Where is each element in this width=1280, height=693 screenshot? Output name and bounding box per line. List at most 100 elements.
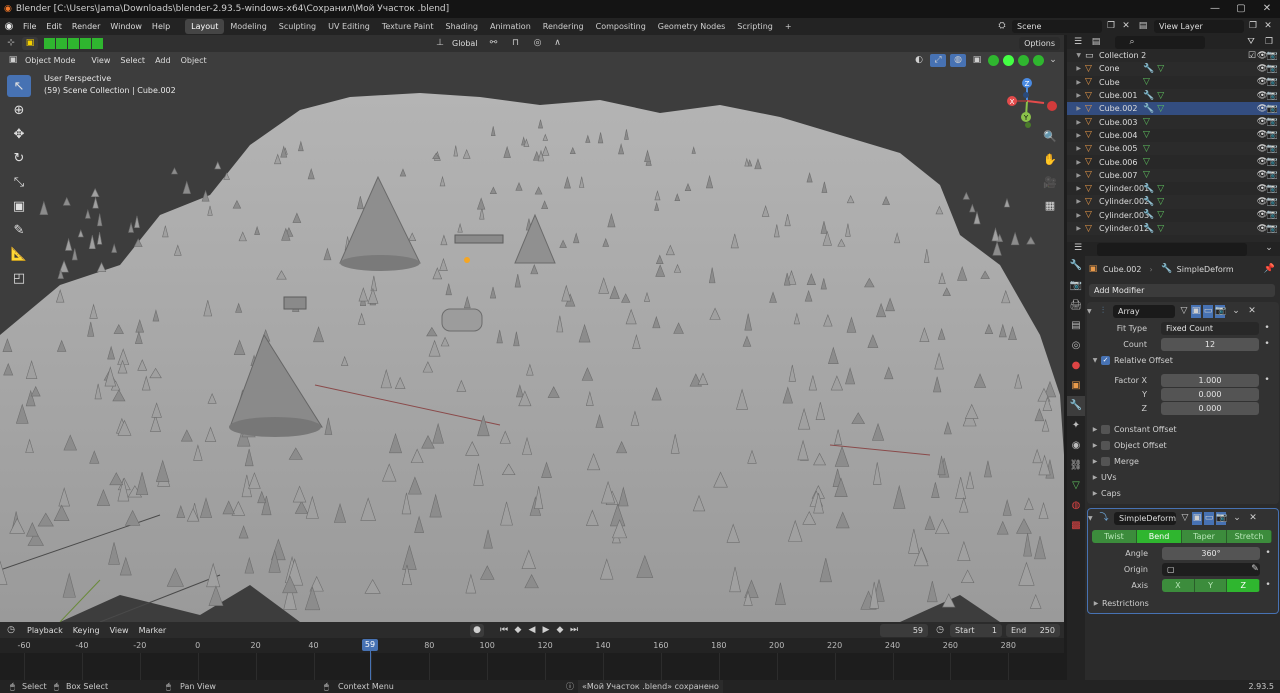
axis-x-button[interactable]: X xyxy=(1162,579,1195,592)
outliner-item-name[interactable]: Cube.002 xyxy=(1097,104,1143,113)
gizmo-neg-y-axis[interactable] xyxy=(1025,122,1031,128)
render-camera-icon[interactable]: 📷 xyxy=(1267,224,1278,234)
merge-row[interactable]: ▶ Merge xyxy=(1089,453,1279,469)
fit-type-dropdown[interactable]: Fixed Count xyxy=(1161,321,1259,335)
select-mode-intersect-icon[interactable] xyxy=(92,38,103,49)
select-tool-icon[interactable]: ↖ xyxy=(7,75,31,97)
object-offset-row[interactable]: ▶ Object Offset xyxy=(1089,437,1279,453)
outliner-item-name[interactable]: Cylinder.003 xyxy=(1097,211,1149,220)
playhead-indicator[interactable]: 59 xyxy=(362,639,378,651)
mesh-data-icon[interactable]: ▽ xyxy=(1143,170,1150,180)
outliner-item[interactable]: ▶ ▽ Cylinder.003 🔧 ▽ 👁 📷 xyxy=(1067,209,1280,222)
count-dot-icon[interactable]: • xyxy=(1263,338,1271,351)
filter-icon[interactable]: ⛛ xyxy=(1244,36,1258,49)
select-box-tool-icon[interactable]: ▣ xyxy=(22,37,38,50)
properties-options-icon[interactable]: ⌄ xyxy=(1262,242,1276,255)
tab-uv-editing[interactable]: UV Editing xyxy=(322,19,376,34)
current-frame-field[interactable]: 59 xyxy=(880,624,928,637)
mode-stretch-button[interactable]: Stretch xyxy=(1227,530,1272,543)
array-menu-icon[interactable]: ⌄ xyxy=(1231,305,1241,318)
tab-geometry-nodes[interactable]: Geometry Nodes xyxy=(652,19,731,34)
render-camera-icon[interactable]: 📷 xyxy=(1267,170,1278,180)
factor-x-dot-icon[interactable]: • xyxy=(1263,374,1271,387)
outliner-item[interactable]: ▶ ▽ Cube.007 ▽ 👁 📷 xyxy=(1067,168,1280,182)
view-menu[interactable]: View xyxy=(86,54,115,67)
render-camera-icon[interactable]: 📷 xyxy=(1267,197,1278,207)
render-camera-icon[interactable]: 📷 xyxy=(1267,144,1278,154)
expand-arrow-icon[interactable]: ▶ xyxy=(1067,212,1085,219)
particles-tab-icon[interactable]: ✦ xyxy=(1067,416,1085,436)
tab-animation[interactable]: Animation xyxy=(484,19,537,34)
new-collection-icon[interactable]: ❐ xyxy=(1262,36,1276,49)
outliner-item[interactable]: ▶ ▽ Cube ▽ 👁 📷 xyxy=(1067,76,1280,89)
physics-tab-icon[interactable]: ◉ xyxy=(1067,436,1085,456)
pivot-point-icon[interactable]: ⚯ xyxy=(483,37,505,50)
mesh-data-icon[interactable]: ▽ xyxy=(1143,144,1150,154)
view-layer-field[interactable]: View Layer xyxy=(1154,20,1244,33)
origin-field[interactable]: ▢ xyxy=(1162,562,1260,576)
measure-tool-icon[interactable]: 📐 xyxy=(7,243,31,265)
transform-orientation-dropdown[interactable]: Global xyxy=(447,37,483,50)
texture-tab-icon[interactable]: ▩ xyxy=(1067,516,1085,536)
timeline-tracks[interactable] xyxy=(0,653,1064,680)
end-frame-field[interactable]: End 250 xyxy=(1006,624,1060,637)
select-mode-subtract-icon[interactable] xyxy=(68,38,79,49)
scale-tool-icon[interactable]: ⤡ xyxy=(7,171,31,193)
menu-file[interactable]: File xyxy=(18,22,41,31)
outliner-item[interactable]: ▶ ▽ Cube.001 🔧 ▽ 👁 📷 xyxy=(1067,88,1280,103)
restrictions-row[interactable]: ▶ Restrictions xyxy=(1090,595,1278,611)
cylinder-object[interactable] xyxy=(441,308,483,332)
shading-solid-icon[interactable] xyxy=(1003,54,1014,66)
constant-offset-checkbox[interactable] xyxy=(1101,424,1110,434)
render-camera-icon[interactable]: 📷 xyxy=(1267,130,1278,140)
select-menu[interactable]: Select xyxy=(115,54,150,67)
array-collapse-icon[interactable]: ▼ xyxy=(1087,303,1097,319)
outliner-item-name[interactable]: Cylinder.002 xyxy=(1097,197,1149,206)
outliner-item-name[interactable]: Cube.004 xyxy=(1097,131,1143,140)
array-viewport-icon[interactable]: ▭ xyxy=(1203,304,1213,318)
transform-tool-icon[interactable]: ▣ xyxy=(7,195,31,217)
maximize-button[interactable]: ▢ xyxy=(1228,0,1254,18)
menu-edit[interactable]: Edit xyxy=(41,22,67,31)
visibility-icon[interactable]: ◐ xyxy=(912,54,926,67)
pan-hand-icon[interactable]: ✋ xyxy=(1042,153,1058,176)
simple-deform-viewport-icon[interactable]: ▭ xyxy=(1204,511,1214,525)
outliner-item-name[interactable]: Cube xyxy=(1097,78,1143,87)
constant-offset-row[interactable]: ▶ Constant Offset xyxy=(1089,421,1279,437)
relative-offset-collapse-icon[interactable]: ▼ xyxy=(1089,357,1101,364)
expand-arrow-icon[interactable]: ▶ xyxy=(1067,198,1085,205)
gizmo-neg-x-axis[interactable] xyxy=(1047,101,1057,111)
array-remove-icon[interactable]: ✕ xyxy=(1247,305,1257,318)
shading-options-icon[interactable]: ⌄ xyxy=(1048,54,1058,67)
mode-taper-button[interactable]: Taper xyxy=(1182,530,1227,543)
restrictions-collapse-icon[interactable]: ▶ xyxy=(1090,600,1102,607)
minimize-button[interactable]: — xyxy=(1202,0,1228,18)
scene-remove-icon[interactable]: ✕ xyxy=(1120,20,1132,33)
tab-rendering[interactable]: Rendering xyxy=(537,19,590,34)
expand-arrow-icon[interactable]: ▶ xyxy=(1067,185,1085,192)
next-keyframe-icon[interactable]: ◆ xyxy=(554,624,566,637)
close-window-button[interactable]: ✕ xyxy=(1254,0,1280,18)
outliner-item-name[interactable]: Cube.005 xyxy=(1097,144,1143,153)
add-workspace-button[interactable]: + xyxy=(779,19,798,34)
add-modifier-dropdown[interactable]: Add Modifier xyxy=(1089,283,1275,297)
simple-deform-name-field[interactable]: SimpleDeform xyxy=(1114,511,1176,525)
select-mode-extend-icon[interactable] xyxy=(56,38,67,49)
merge-checkbox[interactable] xyxy=(1101,456,1110,466)
constraints-tab-icon[interactable]: ⛓ xyxy=(1067,456,1085,476)
simple-deform-remove-icon[interactable]: ✕ xyxy=(1248,512,1258,525)
fit-type-dot-icon[interactable]: • xyxy=(1263,322,1271,335)
outliner-item[interactable]: ▶ ▽ Cube.002 🔧 ▽ 👁 📷 xyxy=(1067,102,1280,116)
object-offset-collapse-icon[interactable]: ▶ xyxy=(1089,442,1101,449)
play-icon[interactable]: ▶ xyxy=(540,624,552,637)
tab-compositing[interactable]: Compositing xyxy=(590,19,652,34)
mode-twist-button[interactable]: Twist xyxy=(1092,530,1137,543)
render-camera-icon[interactable]: 📷 xyxy=(1267,91,1278,101)
expand-arrow-icon[interactable]: ▶ xyxy=(1067,159,1085,166)
pin-icon[interactable]: 📌 xyxy=(1264,263,1275,276)
count-field[interactable]: 12 xyxy=(1161,337,1259,351)
collection-checkbox-icon[interactable]: ☑ xyxy=(1248,51,1256,61)
axis-y-button[interactable]: Y xyxy=(1194,579,1228,592)
outliner-item-name[interactable]: Cube.007 xyxy=(1097,171,1143,180)
record-icon[interactable]: ● xyxy=(470,624,484,637)
